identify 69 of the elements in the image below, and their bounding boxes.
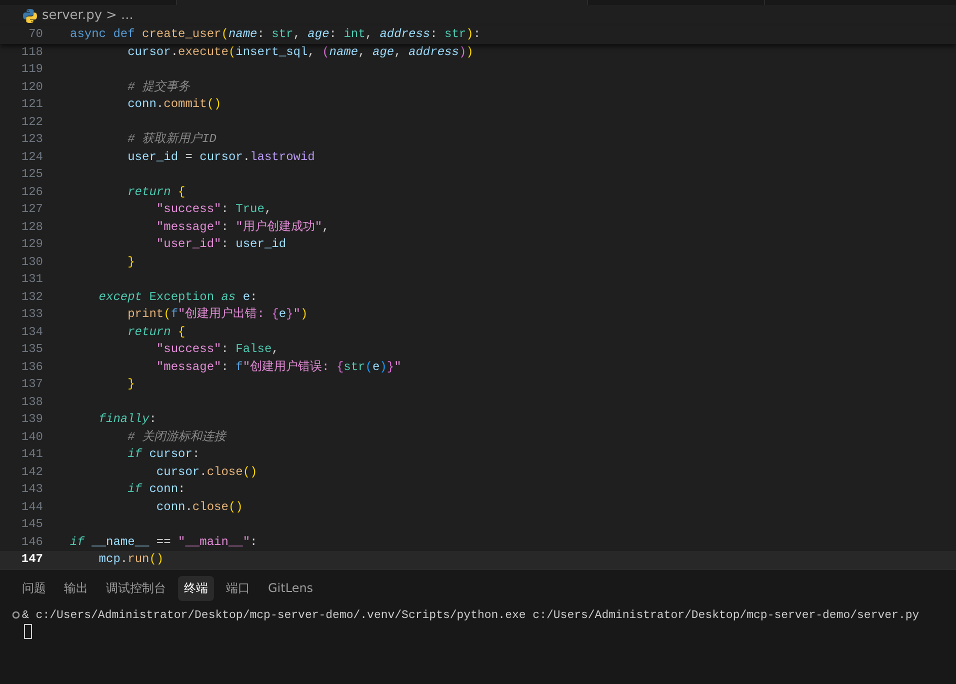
line-number: 147 [20,551,43,568]
line-number: 144 [20,498,43,516]
line-number: 126 [20,184,43,201]
panel-tab[interactable]: 问题 [16,576,52,601]
code-line: user_id = cursor.lastrowid [126,148,315,166]
line-number: 136 [20,358,43,376]
line-number: 125 [20,166,43,184]
panel-tab[interactable]: 端口 [220,576,256,601]
code-line: except Exception as e: [98,288,258,306]
line-number: 132 [20,288,43,306]
line-number: 128 [20,218,43,236]
line-number: 135 [20,341,43,358]
line-number: 70 [28,26,43,44]
code-line: } [126,376,135,394]
code-line: if conn: [126,481,186,498]
line-number: 121 [20,96,43,114]
line-number: 146 [20,534,43,551]
breadcrumb-ellipsis[interactable]: ... [120,8,134,23]
code-line: if cursor: [126,446,200,464]
line-number: 127 [20,201,43,218]
code-line: return { [126,184,186,201]
line-number: 119 [20,61,43,78]
code-line: finally: [98,411,156,428]
line-number: 123 [20,131,43,148]
line-number: 118 [20,44,43,61]
code-line: "message": f"创建用户错误: {str(e)}" [155,358,402,376]
code-line: cursor.execute(insert_sql, (name, age, address)) [126,44,474,61]
code-line: conn.close() [155,498,243,516]
breadcrumb-file[interactable]: server.py [42,8,102,23]
line-number: 129 [20,236,43,254]
line-number: 133 [20,306,43,324]
line-number: 124 [20,148,43,166]
breadcrumb-separator: > [106,8,117,23]
line-number: 122 [20,114,43,131]
code-line: "user_id": user_id [155,236,286,254]
code-line: # 关闭游标和连接 [126,428,226,446]
panel-tab[interactable]: 输出 [58,576,94,601]
code-line: "success": False, [155,341,279,358]
line-number: 120 [20,78,43,96]
line-number: 130 [20,254,43,271]
line-number: 131 [20,271,43,288]
line-number: 145 [20,516,43,534]
line-number: 134 [20,324,43,341]
code-line: async def create_user(name: str, age: int, address: str): [70,26,481,44]
panel-tab[interactable]: 调试控制台 [100,576,172,601]
panel-tab[interactable]: 终端 [178,576,214,601]
terminal-command: & c:/Users/Administrator/Desktop/mcp-server-demo/.venv/Scripts/python.exe c:/Users/Administrator/Desktop/mcp-server-demo/server.py [22,608,920,622]
python-file-icon [22,8,38,24]
code-line: print(f"创建用户出错: {e}") [126,306,308,324]
code-line: } [126,254,135,271]
code-line: mcp.run() [98,551,164,568]
code-line: # 提交事务 [126,78,190,96]
code-line: return { [126,324,186,341]
command-status-circle-icon [12,611,20,620]
terminal-cursor [24,624,32,639]
code-line: "success": True, [155,201,272,218]
code-line: "message": "用户创建成功", [155,218,330,236]
line-number: 142 [20,464,43,481]
code-line: if __name__ == "__main__": [70,534,258,551]
line-number: 137 [20,376,43,394]
code-line: conn.commit() [126,96,222,114]
line-number: 139 [20,411,43,428]
line-number: 143 [20,481,43,498]
code-line: cursor.close() [155,464,258,481]
line-number: 141 [20,446,43,464]
code-line: # 获取新用户ID [126,131,216,148]
line-number: 140 [20,428,43,446]
line-number: 138 [20,394,43,411]
panel-tab[interactable]: GitLens [262,576,320,601]
